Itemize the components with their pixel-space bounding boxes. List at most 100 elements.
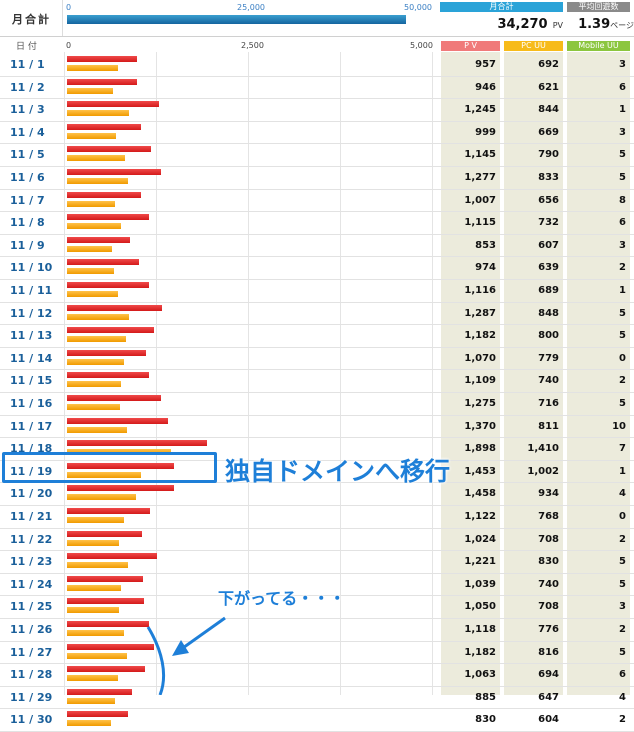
pv-bar [67,621,150,627]
row-date[interactable]: 11 / 15 [10,370,60,392]
monthly-summary-header: 月合計 0 25,000 50,000 月合計 34,270 PV 平均回遊数 … [0,0,634,37]
header-divider [62,0,63,36]
table-row: 11 / 8 1,115 732 6 [0,212,634,234]
pcuu-bar [67,584,122,591]
row-pcuu: 708 [538,533,559,545]
row-pcuu: 768 [538,511,559,522]
row-date[interactable]: 11 / 27 [10,642,60,664]
row-date[interactable]: 11 / 21 [10,506,60,528]
downtrend-arrow [146,616,226,695]
row-mobile: 5 [619,398,626,409]
row-pv: 1,145 [464,149,496,161]
highlight-box [2,452,217,483]
row-pcuu: 607 [538,239,559,251]
row-pcuu: 1,002 [527,465,559,477]
row-mobile: 3 [619,239,626,251]
row-mobile: 5 [619,172,626,183]
row-pcuu: 779 [538,352,559,364]
avg-pages-badge: 平均回遊数 [567,2,630,12]
row-date[interactable]: 11 / 1 [10,54,60,76]
row-pv: 1,182 [464,646,496,658]
table-row: 11 / 29 885 647 4 [0,687,634,709]
row-date[interactable]: 11 / 11 [10,280,60,302]
pv-bar [67,711,129,718]
row-date[interactable]: 11 / 2 [10,77,60,99]
row-mobile: 0 [619,352,626,364]
row-date[interactable]: 11 / 24 [10,574,60,596]
row-pcuu: 647 [538,691,559,703]
row-date[interactable]: 11 / 20 [10,483,60,505]
pv-bar [67,440,207,447]
row-date[interactable]: 11 / 14 [10,348,60,370]
row-mobile: 5 [619,578,626,590]
row-pv: 999 [475,126,496,138]
row-pv: 1,039 [464,578,496,590]
arrow-head [172,640,189,656]
row-date[interactable]: 11 / 30 [10,709,60,731]
row-date[interactable]: 11 / 28 [10,664,60,686]
row-date[interactable]: 11 / 6 [10,167,60,189]
row-mobile: 2 [619,714,626,726]
row-date[interactable]: 11 / 22 [10,529,60,551]
pcuu-bar [67,697,115,704]
row-pv: 1,370 [464,420,496,432]
pcuu-bar [67,358,125,365]
row-mobile: 2 [619,262,626,274]
table-row: 11 / 13 1,182 800 5 [0,325,634,347]
row-mobile: 1 [619,465,626,477]
table-row: 11 / 3 1,245 844 1 [0,99,634,121]
row-pv: 1,116 [464,285,496,296]
row-date[interactable]: 11 / 3 [10,99,60,121]
pcuu-bar [67,336,126,343]
table-row: 11 / 22 1,024 708 2 [0,529,634,551]
pv-total-badge: 月合計 [440,2,563,12]
pv-bar [67,101,159,108]
pv-total-value: 34,270 [497,17,548,32]
row-date[interactable]: 11 / 23 [10,551,60,573]
row-pcuu: 639 [538,262,559,274]
row-pv: 1,245 [464,104,496,116]
pcuu-bar [67,268,115,275]
row-mobile: 5 [619,556,626,568]
row-date[interactable]: 11 / 29 [10,687,60,709]
row-pv: 974 [475,262,496,274]
row-date[interactable]: 11 / 7 [10,190,60,212]
pcuu-bar [67,87,113,94]
row-mobile: 6 [619,81,626,93]
row-date[interactable]: 11 / 9 [10,235,60,257]
row-date[interactable]: 11 / 13 [10,325,60,347]
daily-axis-tick-5000: 5,000 [410,41,433,50]
row-pv: 1,275 [464,398,496,409]
row-mobile: 5 [619,149,626,161]
row-date[interactable]: 11 / 25 [10,596,60,618]
pv-bar [67,598,145,605]
summary-axis-tick-0: 0 [66,3,72,12]
row-date[interactable]: 11 / 12 [10,303,60,325]
pv-bar [67,146,152,153]
pcuu-bar [67,200,116,207]
row-date[interactable]: 11 / 17 [10,416,60,438]
row-date[interactable]: 11 / 5 [10,144,60,166]
row-mobile: 10 [612,420,626,432]
row-pv: 1,182 [464,330,496,342]
row-date[interactable]: 11 / 8 [10,212,60,234]
table-row: 11 / 2 946 621 6 [0,77,634,99]
row-pv: 1,109 [464,375,496,387]
pcuu-bar [67,155,126,162]
arrow-shaft [179,616,226,652]
row-pv: 1,063 [464,669,496,681]
row-pv: 1,277 [464,172,496,183]
mobile-column-header: Mobile UU [567,41,630,51]
pcuu-bar [67,720,112,727]
pcuu-column-header: PC UU [504,41,563,51]
row-date[interactable]: 11 / 16 [10,393,60,415]
row-pv: 853 [475,239,496,251]
row-mobile: 2 [619,624,626,635]
row-date[interactable]: 11 / 26 [10,619,60,641]
pcuu-bar [67,291,118,297]
row-pcuu: 848 [538,307,559,319]
row-date[interactable]: 11 / 4 [10,122,60,144]
pv-bar [67,169,161,175]
row-date[interactable]: 11 / 10 [10,257,60,279]
row-mobile: 5 [619,646,626,658]
